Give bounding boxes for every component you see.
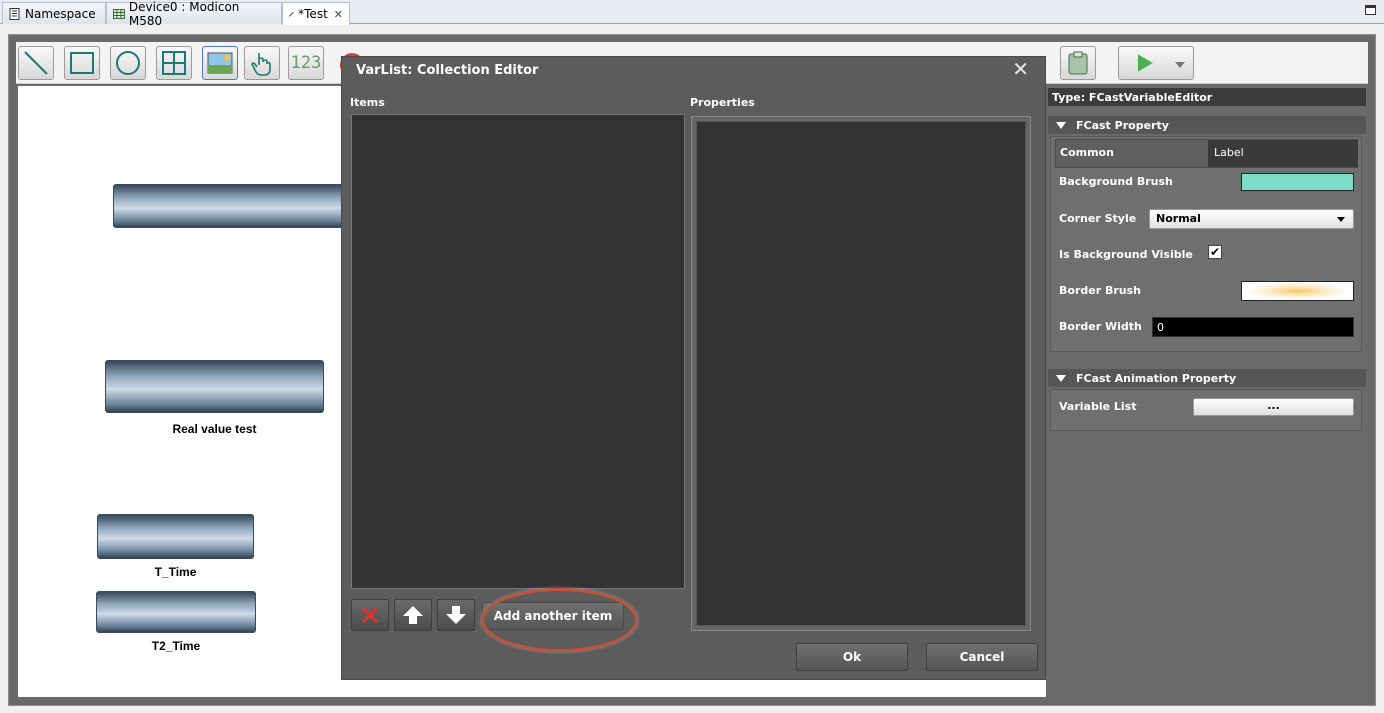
common-value[interactable]: Label (1208, 140, 1358, 167)
rectangle-tool-button[interactable] (64, 46, 100, 80)
fcast-animation-property-header[interactable]: FCast Animation Property (1048, 369, 1366, 387)
real-value-label: Real value test (172, 422, 257, 436)
border-brush-swatch[interactable] (1241, 281, 1354, 301)
ok-button[interactable]: Ok (796, 643, 908, 671)
variable-list-button[interactable]: ... (1193, 398, 1354, 416)
grid-tool-button[interactable] (156, 46, 192, 80)
properties-label: Properties (690, 96, 755, 109)
grid-icon (162, 51, 186, 75)
cancel-button[interactable]: Cancel (926, 643, 1038, 671)
item-properties-grid[interactable] (696, 121, 1026, 626)
ellipse-icon (116, 51, 140, 75)
pipe-widget-3[interactable] (97, 514, 254, 559)
variable-list-label: Variable List (1059, 400, 1137, 413)
corner-style-dropdown[interactable]: Normal (1149, 209, 1354, 229)
items-label: Items (350, 96, 385, 109)
collapse-triangle-icon[interactable] (1056, 374, 1066, 382)
background-brush-swatch[interactable] (1241, 173, 1354, 191)
numeric-display-tool-button[interactable]: 123 (288, 46, 324, 80)
maximize-icon[interactable] (1365, 5, 1376, 15)
border-width-label: Border Width (1059, 320, 1142, 333)
tab-label: Namespace (25, 6, 96, 21)
ellipse-tool-button[interactable] (110, 46, 146, 80)
properties-panel: Type: FCastVariableEditor FCast Property… (1046, 86, 1368, 697)
item-properties-panel (691, 116, 1031, 631)
section-title: FCast Animation Property (1076, 371, 1237, 385)
pipe-widget-4[interactable] (96, 591, 256, 633)
t2-time-label: T2_Time (151, 639, 201, 653)
dropdown-arrow-icon (1337, 217, 1345, 222)
hand-pointer-icon (251, 53, 271, 76)
tab-namespace[interactable]: Namespace (2, 2, 106, 24)
is-background-visible-checkbox[interactable]: ✔ (1208, 245, 1222, 259)
pipe-widget-1[interactable] (113, 184, 353, 228)
common-row: Common Label (1055, 139, 1358, 168)
is-background-visible-label: Is Background Visible (1059, 248, 1193, 261)
clipboard-tool-button[interactable] (1060, 46, 1096, 80)
arrow-down-icon (446, 606, 466, 624)
pipe-widget-2[interactable] (105, 360, 324, 413)
editor-tab-strip: Namespace Device0 : Modicon M580 *Test ✕ (0, 0, 1384, 28)
fcast-property-body: Common Label Background Brush Corner Sty… (1050, 136, 1362, 352)
section-title: FCast Property (1076, 118, 1169, 132)
items-list[interactable] (351, 114, 685, 589)
image-tool-button[interactable] (202, 46, 238, 80)
border-brush-label: Border Brush (1059, 284, 1141, 297)
border-width-input[interactable]: 0 (1152, 317, 1354, 337)
corner-style-value: Normal (1156, 212, 1201, 225)
touch-tool-button[interactable] (244, 46, 280, 80)
corner-style-label: Corner Style (1059, 212, 1137, 225)
tab-label: *Test (298, 7, 328, 21)
fcast-animation-property-body: Variable List ... (1050, 389, 1362, 431)
line-icon (24, 51, 48, 75)
add-another-item-button[interactable]: Add another item (482, 602, 624, 630)
arrow-up-icon (403, 606, 423, 624)
common-label: Common (1060, 146, 1114, 159)
dialog-title: VarList: Collection Editor (356, 63, 539, 78)
tab-device0[interactable]: Device0 : Modicon M580 (106, 0, 282, 28)
dropdown-arrow-icon[interactable] (1175, 62, 1185, 68)
numeric-display-label: 123 (290, 53, 322, 73)
play-icon (1137, 54, 1153, 72)
t-time-label: T_Time (154, 565, 197, 579)
tab-test[interactable]: *Test ✕ (282, 2, 350, 25)
delete-x-icon (361, 606, 379, 624)
move-up-button[interactable] (394, 599, 432, 631)
clipboard-icon (1068, 51, 1088, 75)
fcast-property-header[interactable]: FCast Property (1048, 116, 1366, 134)
move-down-button[interactable] (437, 599, 475, 631)
pencil-icon (289, 11, 294, 17)
remove-item-button[interactable] (351, 599, 389, 631)
tab-label: Device0 : Modicon M580 (128, 0, 240, 28)
image-icon (207, 52, 233, 74)
line-tool-button[interactable] (18, 46, 54, 80)
rectangle-icon (70, 52, 94, 74)
table-icon (113, 8, 125, 19)
collection-editor-dialog: VarList: Collection Editor ✕ Items Prope… (341, 56, 1046, 680)
close-tab-icon[interactable]: ✕ (334, 8, 343, 21)
property-type-title: Type: FCastVariableEditor (1048, 88, 1366, 106)
close-icon[interactable]: ✕ (1012, 57, 1029, 81)
collapse-triangle-icon[interactable] (1056, 121, 1066, 129)
background-brush-label: Background Brush (1059, 175, 1173, 188)
namespace-icon (9, 7, 20, 20)
run-button-group[interactable] (1118, 46, 1194, 80)
